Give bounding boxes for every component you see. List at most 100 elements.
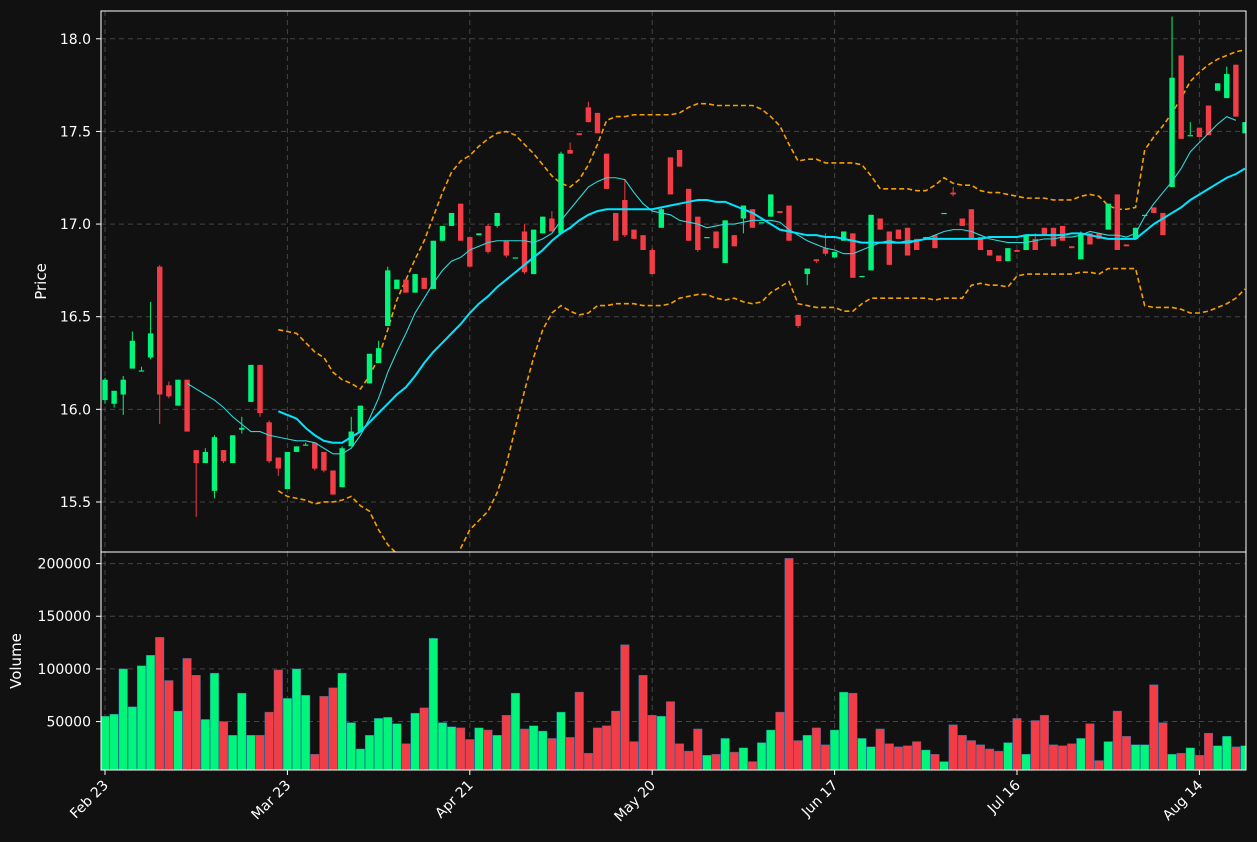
candle-body xyxy=(229,435,236,464)
volume-bar xyxy=(136,665,146,770)
xtick-label: Feb 23 xyxy=(67,778,112,823)
volume-bar xyxy=(757,742,767,770)
candle-body xyxy=(439,225,446,241)
volume-bar xyxy=(966,740,976,770)
volume-ytick-label: 50000 xyxy=(46,715,91,731)
volume-bar xyxy=(547,738,557,770)
volume-bar xyxy=(602,725,612,770)
volume-bar xyxy=(328,687,338,770)
candle-body xyxy=(649,250,655,275)
volume-bar xyxy=(1003,742,1013,770)
volume-bar xyxy=(620,644,630,770)
candle-body xyxy=(968,209,975,239)
volume-bar xyxy=(255,735,265,770)
volume-bar xyxy=(720,738,730,770)
volume-bar xyxy=(301,695,311,770)
volume-bar xyxy=(1176,752,1186,770)
candle-body xyxy=(1014,250,1020,252)
candle-body xyxy=(1069,246,1075,249)
candle-body xyxy=(357,405,364,432)
candle-body xyxy=(877,218,883,230)
volume-bar xyxy=(392,723,402,770)
candle-body xyxy=(1233,64,1239,117)
candle-body xyxy=(412,274,418,293)
candle-body xyxy=(603,153,610,189)
volume-bar xyxy=(164,680,174,770)
volume-bar xyxy=(656,716,666,770)
volume-bar xyxy=(565,737,575,770)
price-panel xyxy=(102,16,1246,552)
volume-bar xyxy=(912,741,922,770)
xtick-label: Jul 16 xyxy=(984,777,1024,817)
candle-body xyxy=(950,192,956,195)
candle-body xyxy=(1050,227,1057,247)
candle-body xyxy=(640,235,646,251)
candle-body xyxy=(540,216,546,234)
candle-body xyxy=(786,205,792,241)
volume-bar xyxy=(830,729,840,770)
volume-bar xyxy=(127,706,137,770)
volume-bar xyxy=(200,719,210,770)
candle-body xyxy=(494,212,500,226)
candle-body xyxy=(366,353,373,384)
price-ytick-label: 16.0 xyxy=(60,402,91,418)
volume-bar xyxy=(793,740,803,770)
volume-bar xyxy=(738,747,748,770)
candle-body xyxy=(1169,77,1175,188)
candle-body xyxy=(804,268,810,275)
candle-body xyxy=(1196,127,1203,137)
candle-body xyxy=(941,212,947,215)
volume-bar xyxy=(1167,754,1177,770)
candle-body xyxy=(695,216,701,251)
volume-bar xyxy=(492,735,502,770)
volume-bar xyxy=(884,743,894,770)
volume-bar xyxy=(957,735,967,770)
volume-bar xyxy=(976,744,986,770)
volume-bar xyxy=(456,727,466,770)
candle-body xyxy=(704,237,710,239)
candle-body xyxy=(293,446,300,452)
volume-bar xyxy=(921,749,931,770)
price-ytick-label: 15.5 xyxy=(60,495,91,511)
volume-bar xyxy=(583,752,593,770)
chart-canvas: 15.5 16.0 16.5 17.0 17.5 18.0 50000 100000 15000… xyxy=(7,10,1247,826)
volume-bar xyxy=(784,558,794,770)
candle-body xyxy=(476,233,482,236)
volume-bar xyxy=(1204,732,1214,770)
candle-body xyxy=(676,149,683,167)
volume-bar xyxy=(282,698,292,770)
xtick-label: May 20 xyxy=(611,778,659,826)
candle-body xyxy=(330,470,336,495)
volume-bar xyxy=(866,746,876,770)
candle-body xyxy=(1105,203,1111,230)
candle-body xyxy=(394,279,400,289)
volume-bar xyxy=(1158,722,1168,770)
volume-bar xyxy=(1112,710,1122,770)
sma-fast-line xyxy=(186,115,1237,455)
volume-bar xyxy=(848,692,858,770)
volume-bar xyxy=(310,754,320,770)
candle-body xyxy=(403,279,409,293)
candle-body xyxy=(613,212,619,241)
candle-body xyxy=(1187,135,1193,137)
price-ytick-label: 16.5 xyxy=(60,310,91,326)
candle-body xyxy=(166,385,172,397)
volume-bar xyxy=(1058,745,1068,770)
volume-bar xyxy=(1213,745,1223,770)
volume-bar xyxy=(101,716,110,770)
volume-bar xyxy=(1149,684,1159,770)
volume-bar xyxy=(857,738,867,770)
candle-body xyxy=(594,112,601,134)
volume-bar xyxy=(173,710,183,770)
candle-body xyxy=(932,235,938,249)
candle-body xyxy=(120,379,126,395)
candle-body xyxy=(1224,73,1230,99)
candle-body xyxy=(275,457,281,469)
xtick-label: Aug 14 xyxy=(1160,777,1206,823)
volume-bar xyxy=(1085,723,1095,770)
candle-body xyxy=(1114,194,1121,251)
candle-body xyxy=(175,379,181,406)
volume-bar xyxy=(264,711,274,770)
volume-bar xyxy=(811,727,821,770)
volume-bar xyxy=(875,728,885,770)
